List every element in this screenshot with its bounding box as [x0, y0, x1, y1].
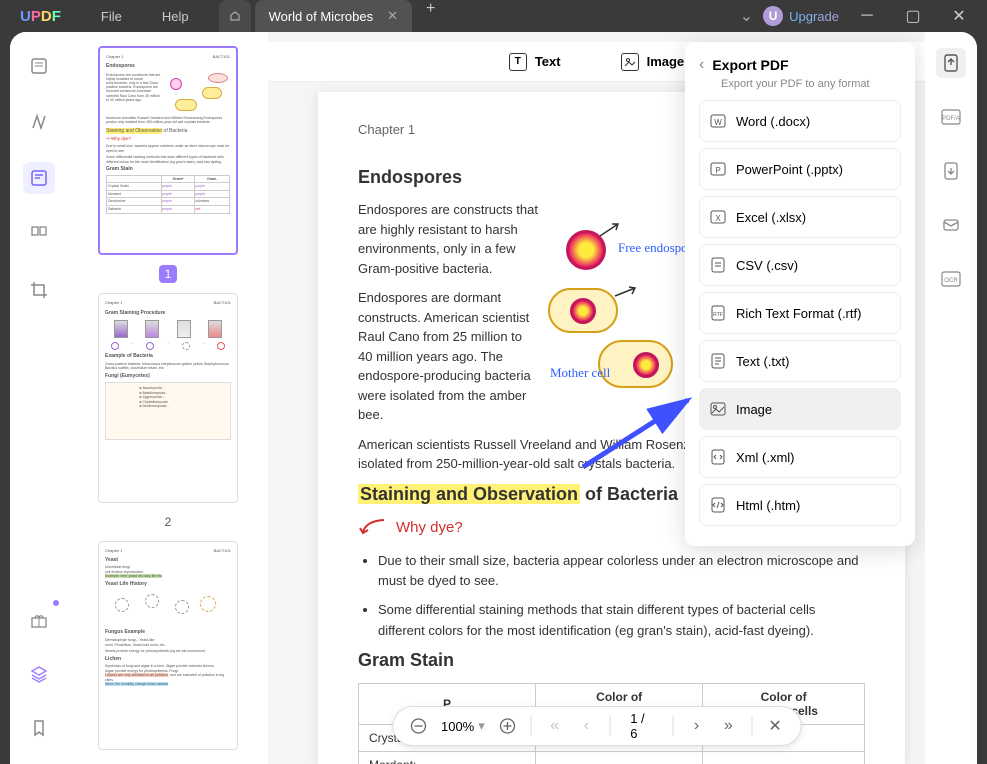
image-format-icon: [710, 401, 726, 417]
bookmark-icon[interactable]: [23, 712, 55, 744]
export-pdf-panel: ‹ Export PDF Export your PDF to any form…: [685, 42, 915, 546]
image-tool-button[interactable]: Image: [621, 53, 685, 71]
thumbnail-number-2: 2: [159, 513, 177, 531]
thumbnail-page-1[interactable]: Chapter 1BACT101 Endospores Endospores a…: [98, 46, 238, 255]
word-icon: W: [710, 113, 726, 129]
svg-text:RTF: RTF: [713, 312, 723, 318]
first-page-button[interactable]: «: [546, 716, 564, 736]
menu-file[interactable]: File: [81, 9, 142, 24]
upgrade-text: Upgrade: [789, 9, 839, 24]
image-tool-icon: [621, 53, 639, 71]
export-title: Export PDF: [712, 57, 788, 73]
export-word[interactable]: WWord (.docx): [699, 100, 901, 142]
zoom-out-button[interactable]: [409, 716, 427, 736]
export-rtf[interactable]: RTFRich Text Format (.rtf): [699, 292, 901, 334]
thumbnail-page-3[interactable]: Chapter 1BACT101 Yeast Unicellular fungi…: [98, 541, 238, 750]
paragraph: Endospores are constructs that are highl…: [358, 200, 538, 278]
flatten-button[interactable]: [936, 156, 966, 186]
svg-text:PDF/A: PDF/A: [942, 116, 960, 122]
csv-icon: [710, 257, 726, 273]
xml-icon: [710, 449, 726, 465]
list-item: Some differential staining methods that …: [378, 600, 865, 642]
heading-gram-stain: Gram Stain: [358, 650, 865, 671]
text-icon: [710, 353, 726, 369]
upgrade-badge-icon: U: [763, 6, 783, 26]
excel-icon: X: [710, 209, 726, 225]
text-tool-button[interactable]: T Text: [509, 53, 561, 71]
svg-text:P: P: [715, 166, 720, 175]
svg-text:OCR: OCR: [944, 278, 958, 284]
last-page-button[interactable]: »: [719, 716, 737, 736]
export-text[interactable]: Text (.txt): [699, 340, 901, 382]
left-toolbar: [10, 32, 68, 764]
tab-home[interactable]: [219, 0, 251, 32]
menu-help[interactable]: Help: [142, 9, 209, 24]
export-button[interactable]: [936, 48, 966, 78]
svg-text:X: X: [715, 214, 721, 223]
layers-icon[interactable]: [23, 658, 55, 690]
app-logo: UPDF: [0, 8, 81, 25]
tab-document[interactable]: World of Microbes ✕: [255, 0, 412, 32]
export-subtitle: Export your PDF to any format: [721, 78, 901, 90]
export-csv[interactable]: CSV (.csv): [699, 244, 901, 286]
reader-mode-icon[interactable]: [23, 50, 55, 82]
next-page-button[interactable]: ›: [688, 716, 706, 736]
close-tab-icon[interactable]: ✕: [387, 8, 398, 24]
export-powerpoint[interactable]: PPowerPoint (.pptx): [699, 148, 901, 190]
arrow-annotation-icon: [358, 517, 388, 539]
zoom-value[interactable]: 100% ▾: [441, 718, 485, 734]
upgrade-button[interactable]: U Upgrade: [763, 6, 839, 26]
ocr-button[interactable]: OCR: [936, 264, 966, 294]
edit-mode-icon[interactable]: [23, 162, 55, 194]
share-button[interactable]: [936, 210, 966, 240]
rtf-icon: RTF: [710, 305, 726, 321]
minimize-button[interactable]: ─: [849, 4, 885, 28]
title-bar: UPDF File Help World of Microbes ✕ + ⌄ U…: [0, 0, 987, 32]
text-tool-icon: T: [509, 53, 527, 71]
powerpoint-icon: P: [710, 161, 726, 177]
document-viewport: T Text Image Chapter 1 Endospores Endosp…: [268, 32, 925, 764]
svg-text:W: W: [714, 118, 722, 127]
tab-title: World of Microbes: [269, 9, 374, 24]
zoom-in-button[interactable]: [499, 716, 517, 736]
organize-mode-icon[interactable]: [23, 218, 55, 250]
close-controls-button[interactable]: ✕: [766, 716, 784, 736]
thumbnail-panel: Chapter 1BACT101 Endospores Endospores a…: [68, 32, 268, 764]
crop-mode-icon[interactable]: [23, 274, 55, 306]
comment-mode-icon[interactable]: [23, 106, 55, 138]
export-excel[interactable]: XExcel (.xlsx): [699, 196, 901, 238]
add-tab-button[interactable]: +: [412, 0, 449, 32]
maximize-button[interactable]: ▢: [895, 4, 931, 28]
export-xml[interactable]: Xml (.xml): [699, 436, 901, 478]
export-image[interactable]: Image: [699, 388, 901, 430]
dropdown-icon[interactable]: ⌄: [740, 6, 753, 26]
paragraph: Endospores are dormant constructs. Ameri…: [358, 288, 538, 425]
list-item: Due to their small size, bacteria appear…: [378, 551, 865, 593]
export-html[interactable]: Html (.htm): [699, 484, 901, 526]
back-icon[interactable]: ‹: [699, 56, 704, 74]
thumbnail-number-1: 1: [159, 265, 177, 283]
page-indicator[interactable]: 1 / 6: [624, 711, 659, 741]
thumbnail-page-2[interactable]: Chapter 1BACT101 Gram Staining Procedure…: [98, 293, 238, 502]
gift-icon[interactable]: [23, 604, 55, 636]
html-icon: [710, 497, 726, 513]
right-toolbar: PDF/A OCR: [925, 32, 977, 764]
prev-page-button[interactable]: ‹: [577, 716, 595, 736]
pdfa-button[interactable]: PDF/A: [936, 102, 966, 132]
close-window-button[interactable]: ✕: [941, 4, 977, 28]
page-controls-bar: 100% ▾ « ‹ 1 / 6 › » ✕: [392, 706, 801, 746]
